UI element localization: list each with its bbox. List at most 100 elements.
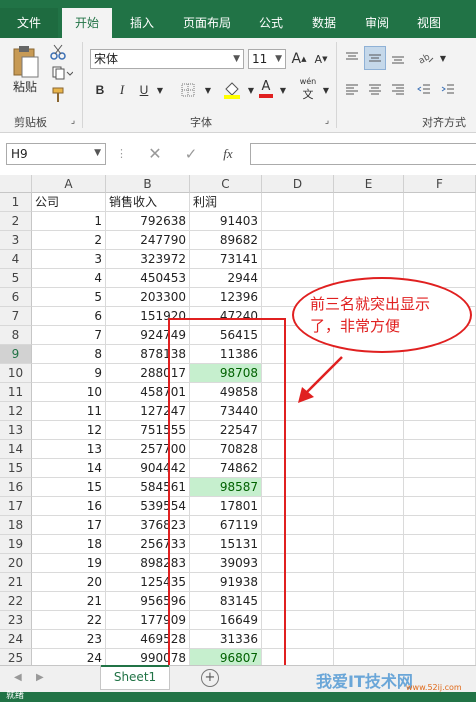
increase-indent-icon[interactable]	[438, 80, 458, 100]
cell-a[interactable]: 公司	[32, 193, 106, 212]
paste-icon[interactable]	[8, 44, 42, 80]
cell-f[interactable]	[404, 383, 476, 402]
cell-d[interactable]	[262, 459, 334, 478]
cell-f[interactable]	[404, 497, 476, 516]
cell-b[interactable]: 151920	[106, 307, 190, 326]
cell-a[interactable]: 20	[32, 573, 106, 592]
row-header[interactable]: 5	[0, 269, 32, 288]
cell-b[interactable]: 450453	[106, 269, 190, 288]
cell-f[interactable]	[404, 630, 476, 649]
cell-d[interactable]	[262, 573, 334, 592]
cell-b[interactable]: 898283	[106, 554, 190, 573]
cell-d[interactable]	[262, 516, 334, 535]
shrink-font-icon[interactable]: A ▼	[312, 49, 330, 69]
cell-f[interactable]	[404, 516, 476, 535]
cell-c[interactable]: 利润	[190, 193, 262, 212]
cell-a[interactable]: 17	[32, 516, 106, 535]
cell-f[interactable]	[404, 231, 476, 250]
borders-icon[interactable]	[176, 80, 200, 100]
row-header[interactable]: 14	[0, 440, 32, 459]
cell-a[interactable]: 15	[32, 478, 106, 497]
cell-b[interactable]: 203300	[106, 288, 190, 307]
tab-view[interactable]: 视图	[406, 8, 452, 38]
cell-e[interactable]	[334, 573, 404, 592]
cell-f[interactable]	[404, 611, 476, 630]
cell-a[interactable]: 16	[32, 497, 106, 516]
cell-b[interactable]: 256733	[106, 535, 190, 554]
cell-c[interactable]: 91403	[190, 212, 262, 231]
cell-c[interactable]: 11386	[190, 345, 262, 364]
cell-b[interactable]: 458701	[106, 383, 190, 402]
cell-c[interactable]: 49858	[190, 383, 262, 402]
cell-a[interactable]: 9	[32, 364, 106, 383]
row-header[interactable]: 19	[0, 535, 32, 554]
chevron-down-icon[interactable]: ▼	[278, 80, 288, 100]
cell-c[interactable]: 39093	[190, 554, 262, 573]
tab-page-layout[interactable]: 页面布局	[172, 8, 242, 38]
name-box[interactable]: H9 ▼	[6, 143, 106, 165]
cell-d[interactable]	[262, 554, 334, 573]
cell-f[interactable]	[404, 193, 476, 212]
row-header[interactable]: 24	[0, 630, 32, 649]
font-size-select[interactable]: 11 ▼	[248, 49, 286, 69]
row-header[interactable]: 2	[0, 212, 32, 231]
column-header-e[interactable]: E	[334, 175, 404, 193]
cell-b[interactable]: 539554	[106, 497, 190, 516]
cell-b[interactable]: 177909	[106, 611, 190, 630]
italic-button[interactable]: I	[112, 80, 132, 100]
cell-f[interactable]	[404, 459, 476, 478]
cell-a[interactable]: 7	[32, 326, 106, 345]
cell-a[interactable]: 11	[32, 402, 106, 421]
format-painter-icon[interactable]	[48, 86, 68, 104]
cell-f[interactable]	[404, 250, 476, 269]
cell-b[interactable]: 288017	[106, 364, 190, 383]
cell-b[interactable]: 323972	[106, 250, 190, 269]
column-header-a[interactable]: A	[32, 175, 106, 193]
resize-handle-icon[interactable]: ⋮	[116, 145, 127, 163]
cell-a[interactable]: 12	[32, 421, 106, 440]
cell-f[interactable]	[404, 573, 476, 592]
prev-sheet-icon[interactable]: ◀	[14, 672, 22, 683]
cut-icon[interactable]	[48, 42, 68, 62]
cell-a[interactable]: 14	[32, 459, 106, 478]
cell-d[interactable]	[262, 250, 334, 269]
cell-c[interactable]: 16649	[190, 611, 262, 630]
cell-e[interactable]	[334, 630, 404, 649]
cell-b[interactable]: 销售收入	[106, 193, 190, 212]
row-header[interactable]: 12	[0, 402, 32, 421]
column-header-b[interactable]: B	[106, 175, 190, 193]
row-header[interactable]: 16	[0, 478, 32, 497]
cell-b[interactable]: 584561	[106, 478, 190, 497]
cell-d[interactable]	[262, 193, 334, 212]
align-left-icon[interactable]	[342, 80, 362, 100]
select-all-corner[interactable]	[0, 175, 32, 193]
cell-b[interactable]: 376823	[106, 516, 190, 535]
add-sheet-button[interactable]: +	[201, 669, 219, 687]
align-right-icon[interactable]	[388, 80, 408, 100]
cell-e[interactable]	[334, 478, 404, 497]
chevron-down-icon[interactable]: ▼	[246, 80, 256, 100]
cell-d[interactable]	[262, 421, 334, 440]
orientation-icon[interactable]: ab	[414, 48, 438, 68]
formula-input[interactable]	[250, 143, 476, 165]
phonetic-guide-icon[interactable]: wén 文	[296, 77, 320, 101]
cell-d[interactable]	[262, 497, 334, 516]
row-header[interactable]: 18	[0, 516, 32, 535]
cell-a[interactable]: 19	[32, 554, 106, 573]
underline-button[interactable]: U	[134, 80, 154, 100]
cell-e[interactable]	[334, 535, 404, 554]
cell-a[interactable]: 1	[32, 212, 106, 231]
cell-b[interactable]: 792638	[106, 212, 190, 231]
cell-f[interactable]	[404, 478, 476, 497]
paste-button-label[interactable]: 粘贴	[8, 78, 42, 94]
cell-c[interactable]: 67119	[190, 516, 262, 535]
cancel-entry-icon[interactable]: ✕	[144, 145, 166, 163]
chevron-down-icon[interactable]: ▼	[203, 80, 213, 100]
align-middle-icon[interactable]	[364, 46, 386, 70]
row-header[interactable]: 7	[0, 307, 32, 326]
decrease-indent-icon[interactable]	[414, 80, 434, 100]
cell-c[interactable]: 22547	[190, 421, 262, 440]
tab-data[interactable]: 数据	[300, 8, 348, 38]
cell-b[interactable]: 924749	[106, 326, 190, 345]
cell-c[interactable]: 73440	[190, 402, 262, 421]
